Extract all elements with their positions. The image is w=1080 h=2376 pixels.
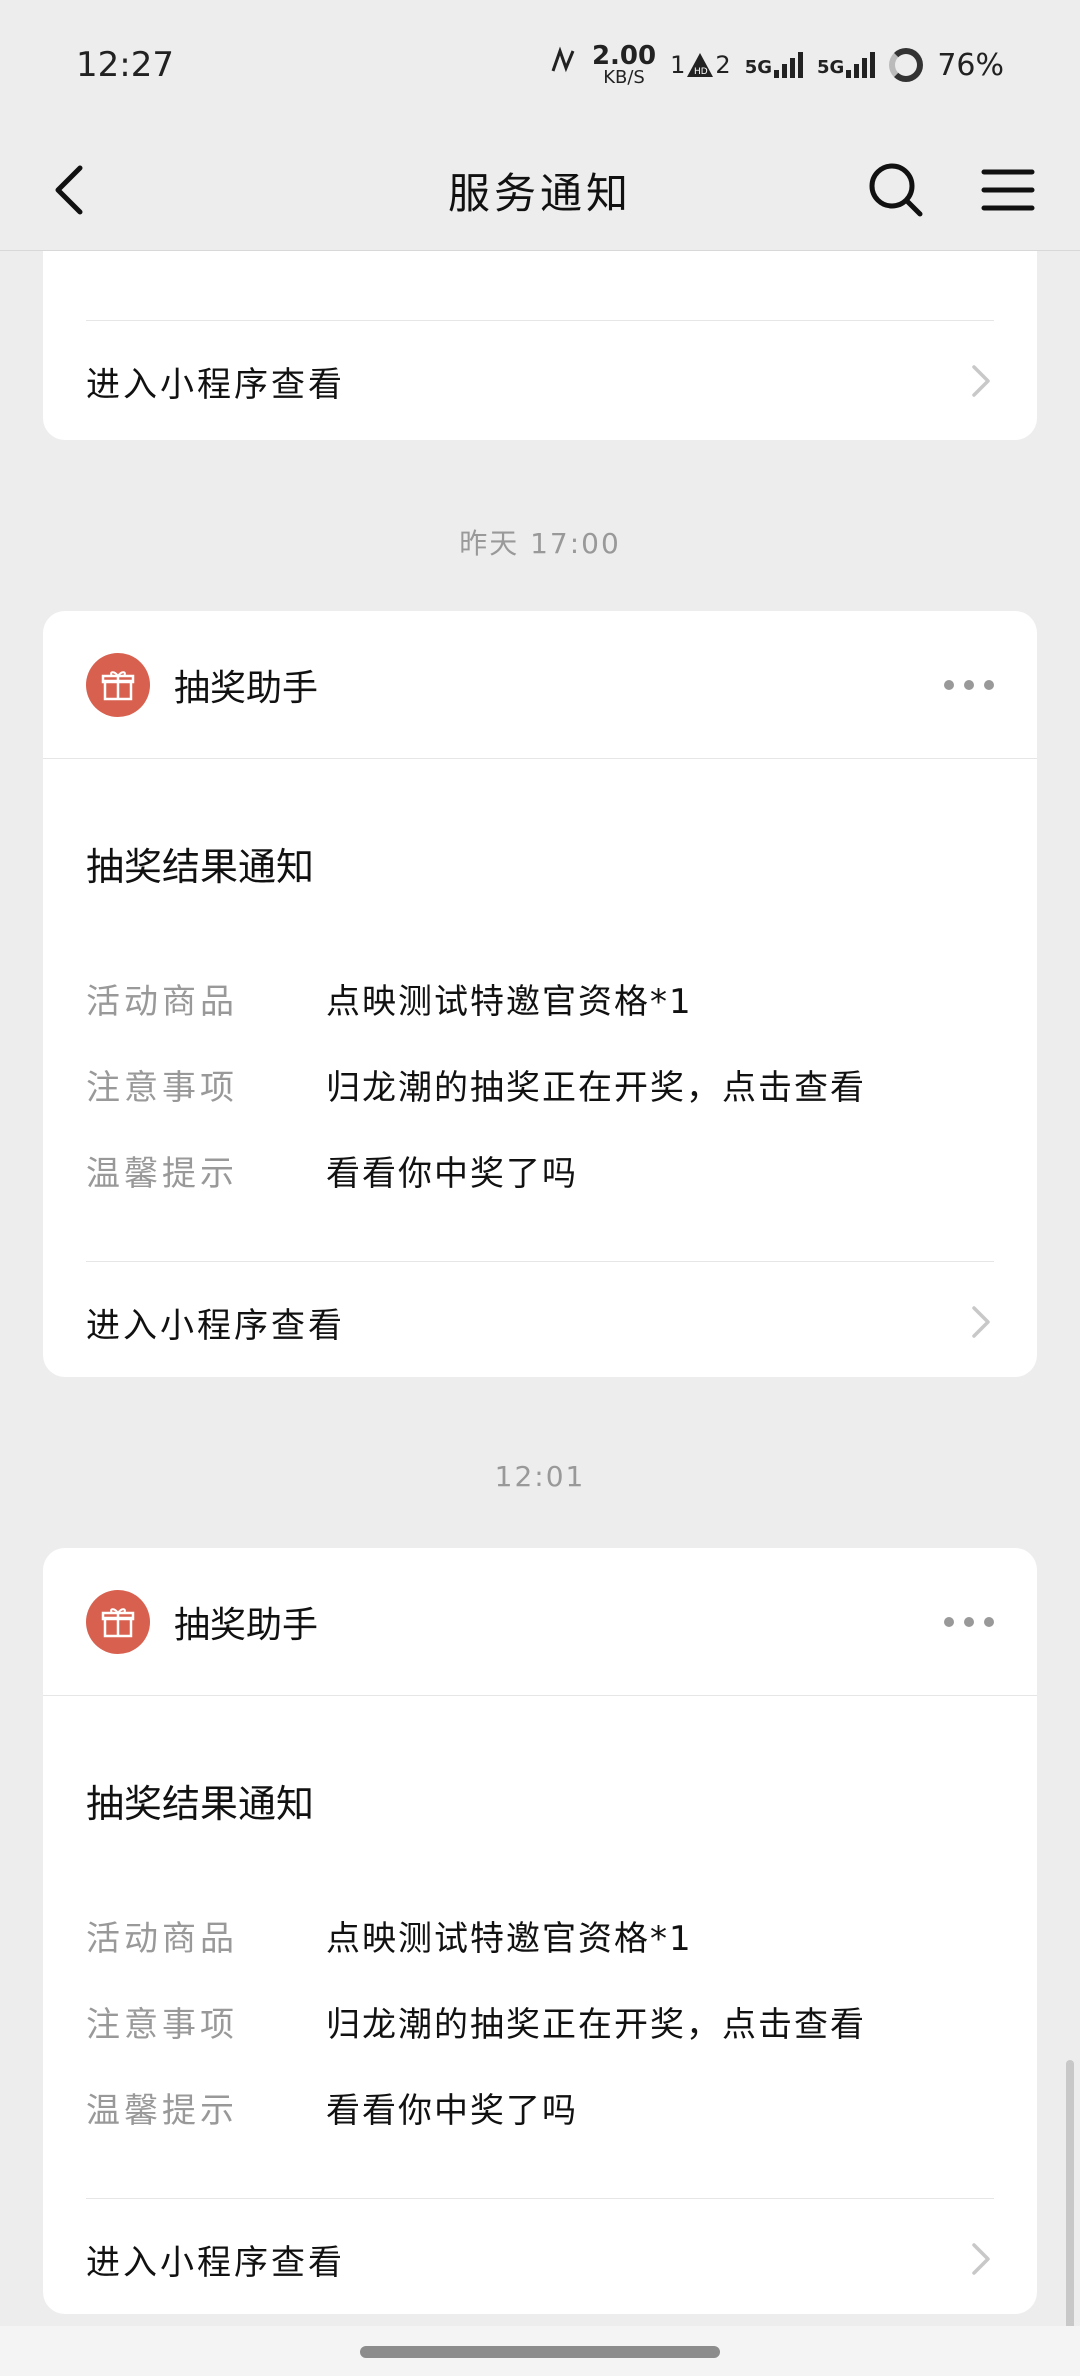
menu-button[interactable] bbox=[976, 158, 1040, 222]
field-value: 看看你中奖了吗 bbox=[326, 1153, 578, 1194]
chevron-right-icon bbox=[972, 365, 990, 397]
nav-bar: 服务通知 bbox=[0, 130, 1080, 251]
dot-icon bbox=[944, 1616, 954, 1627]
gift-icon bbox=[101, 1607, 135, 1637]
field-value: 点映测试特邀官资格*1 bbox=[326, 1918, 693, 1959]
page-title: 服务通知 bbox=[447, 168, 632, 218]
status-bar: 12:27 2.00 KB/S 1 HD 2 5G 5G 76% bbox=[0, 0, 1080, 130]
open-mini-program-link[interactable]: 进入小程序查看 bbox=[86, 2198, 994, 2314]
hd-call-icon: 1 HD 2 bbox=[670, 51, 731, 79]
message-timestamp: 昨天 17:00 bbox=[459, 527, 621, 560]
battery-level: 76% bbox=[937, 47, 1004, 83]
dot-icon bbox=[984, 679, 994, 690]
gift-icon bbox=[101, 670, 135, 700]
app-name: 抽奖助手 bbox=[174, 667, 319, 709]
field-row: 活动商品 点映测试特邀官资格*1 bbox=[86, 955, 994, 1041]
field-row: 温馨提示 看看你中奖了吗 bbox=[86, 1127, 994, 1213]
field-value: 看看你中奖了吗 bbox=[326, 2090, 578, 2131]
network-speed: 2.00 KB/S bbox=[591, 41, 657, 88]
hamburger-menu-icon bbox=[981, 169, 1035, 211]
search-button[interactable] bbox=[864, 158, 928, 222]
card-body[interactable]: 抽奖结果通知 活动商品 点映测试特邀官资格*1 注意事项 归龙潮的抽奖正在开奖，… bbox=[43, 759, 1037, 1261]
app-name: 抽奖助手 bbox=[174, 1604, 319, 1646]
card-body-partial bbox=[86, 250, 994, 321]
status-icons: 2.00 KB/S 1 HD 2 5G 5G 76% bbox=[548, 43, 1004, 87]
notice-fields: 活动商品 点映测试特邀官资格*1 注意事项 归龙潮的抽奖正在开奖，点击查看 温馨… bbox=[86, 917, 994, 1261]
notice-title: 抽奖结果通知 bbox=[86, 1782, 315, 1826]
back-button[interactable] bbox=[40, 160, 100, 220]
message-card: 抽奖助手 抽奖结果通知 活动商品 点映测试特邀官资格*1 注意事项 归龙潮的抽奖… bbox=[43, 1548, 1037, 2314]
scrollbar[interactable] bbox=[1066, 2060, 1074, 2330]
field-key: 温馨提示 bbox=[86, 2090, 238, 2131]
more-options-button[interactable] bbox=[944, 1616, 994, 1627]
card-header[interactable]: 抽奖助手 bbox=[43, 1548, 1037, 1696]
message-timestamp: 12:01 bbox=[494, 1460, 586, 1493]
message-list[interactable]: 进入小程序查看 昨天 17:00 抽奖助手 抽奖结果通知 活动商品 点映测试特邀… bbox=[0, 250, 1080, 2326]
field-key: 活动商品 bbox=[86, 981, 238, 1022]
notice-title: 抽奖结果通知 bbox=[86, 845, 315, 889]
field-key: 活动商品 bbox=[86, 1918, 238, 1959]
battery-icon bbox=[889, 48, 924, 82]
card-body[interactable]: 抽奖结果通知 活动商品 点映测试特邀官资格*1 注意事项 归龙潮的抽奖正在开奖，… bbox=[43, 1696, 1037, 2198]
field-key: 注意事项 bbox=[86, 1067, 238, 1108]
open-mini-program-link[interactable]: 进入小程序查看 bbox=[86, 321, 994, 440]
chevron-left-icon bbox=[55, 165, 83, 215]
gesture-bar bbox=[0, 2326, 1080, 2376]
message-card-partial: 进入小程序查看 bbox=[43, 250, 1037, 440]
status-time: 12:27 bbox=[76, 45, 174, 85]
nfc-icon bbox=[548, 46, 578, 84]
field-value: 归龙潮的抽奖正在开奖，点击查看 bbox=[326, 1067, 866, 1108]
signal-icon-2: 5G bbox=[817, 52, 876, 78]
card-header[interactable]: 抽奖助手 bbox=[43, 611, 1037, 759]
dot-icon bbox=[964, 1616, 974, 1627]
field-key: 温馨提示 bbox=[86, 1153, 238, 1194]
home-indicator[interactable] bbox=[360, 2346, 720, 2358]
field-value: 归龙潮的抽奖正在开奖，点击查看 bbox=[326, 2004, 866, 2045]
chevron-right-icon bbox=[972, 2243, 990, 2275]
chevron-right-icon bbox=[972, 1306, 990, 1338]
field-row: 注意事项 归龙潮的抽奖正在开奖，点击查看 bbox=[86, 1041, 994, 1127]
avatar bbox=[86, 652, 150, 717]
field-row: 温馨提示 看看你中奖了吗 bbox=[86, 2064, 994, 2150]
field-key: 注意事项 bbox=[86, 2004, 238, 2045]
open-mini-program-link[interactable]: 进入小程序查看 bbox=[86, 1261, 994, 1377]
avatar bbox=[86, 1589, 150, 1654]
dot-icon bbox=[944, 679, 954, 690]
dot-icon bbox=[984, 1616, 994, 1627]
field-row: 活动商品 点映测试特邀官资格*1 bbox=[86, 1892, 994, 1978]
field-row: 注意事项 归龙潮的抽奖正在开奖，点击查看 bbox=[86, 1978, 994, 2064]
notice-fields: 活动商品 点映测试特邀官资格*1 注意事项 归龙潮的抽奖正在开奖，点击查看 温馨… bbox=[86, 1854, 994, 2198]
svg-text:HD: HD bbox=[694, 67, 708, 77]
dot-icon bbox=[964, 679, 974, 690]
message-card: 抽奖助手 抽奖结果通知 活动商品 点映测试特邀官资格*1 注意事项 归龙潮的抽奖… bbox=[43, 611, 1037, 1377]
field-value: 点映测试特邀官资格*1 bbox=[326, 981, 693, 1022]
more-options-button[interactable] bbox=[944, 679, 994, 690]
search-icon bbox=[869, 163, 923, 217]
signal-icon-1: 5G bbox=[745, 52, 803, 78]
